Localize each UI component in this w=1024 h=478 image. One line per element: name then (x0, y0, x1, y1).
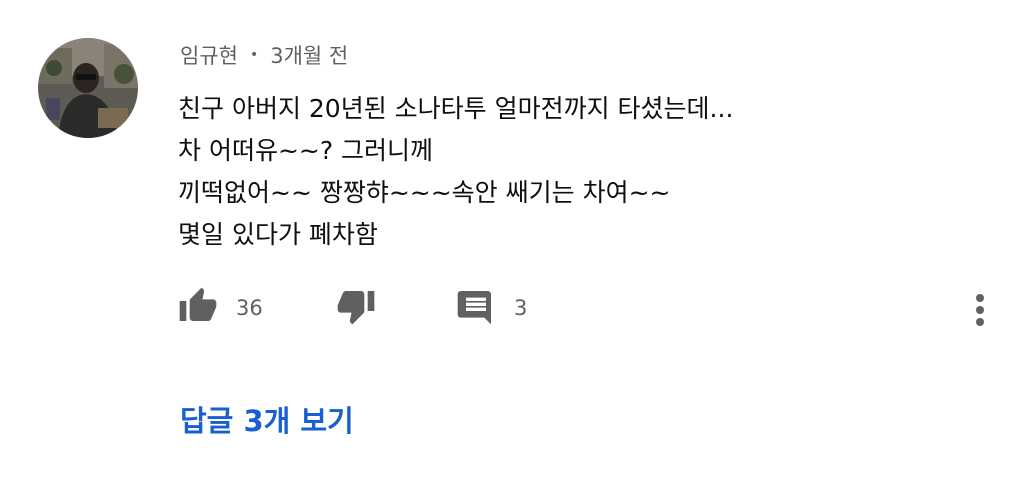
like-button[interactable]: 36 (178, 286, 263, 330)
comment-line: 몇일 있다가 폐차함 (178, 220, 378, 249)
more-vert-icon (966, 290, 994, 334)
reply-count: 3 (514, 296, 528, 320)
more-options-button[interactable] (966, 290, 994, 334)
separator-dot: • (249, 47, 259, 63)
comment-header: 임규현 • 3개월 전 (180, 40, 348, 70)
comment-text: 친구 아버지 20년된 소나타투 얼마전까지 타셨는데... 차 어떠유~~? … (178, 88, 733, 256)
like-count: 36 (236, 296, 263, 320)
comment-line: 끼떡없어~~ 짱짱햐~~~속안 쌔기는 차여~~ (178, 178, 671, 207)
thumbs-up-icon (178, 286, 218, 330)
comment-actions: 36 3 (0, 286, 1024, 336)
thumbs-down-icon (336, 286, 376, 330)
comment-line: 차 어떠유~~? 그러니께 (178, 136, 434, 165)
reply-button[interactable]: 3 (456, 286, 527, 330)
comment-icon (456, 286, 496, 330)
author-name[interactable]: 임규현 (180, 40, 238, 70)
avatar[interactable] (38, 38, 138, 138)
dislike-button[interactable] (336, 286, 376, 330)
comment-time[interactable]: 3개월 전 (270, 40, 348, 70)
comment-line: 친구 아버지 20년된 소나타투 얼마전까지 타셨는데... (178, 94, 734, 123)
view-replies-button[interactable]: 답글 3개 보기 (180, 398, 354, 440)
